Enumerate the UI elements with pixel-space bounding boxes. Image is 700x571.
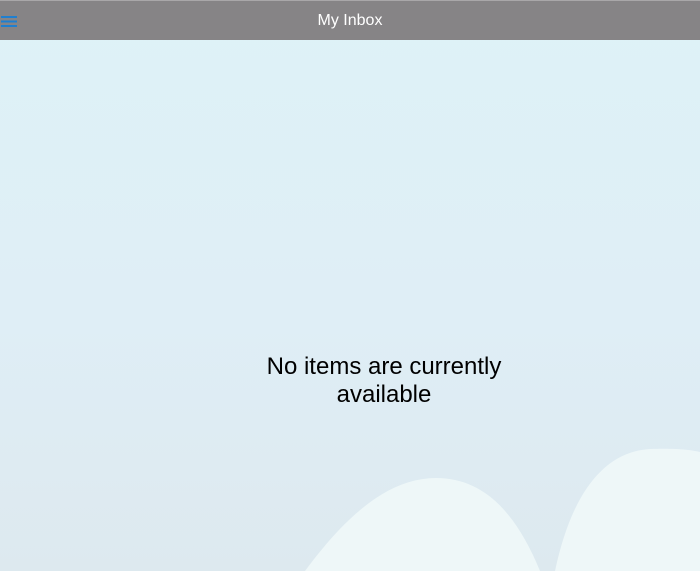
hamburger-menu-icon (1, 16, 17, 27)
page-title: My Inbox (317, 11, 383, 29)
app-header: My Inbox (0, 0, 700, 40)
empty-message-line-2: available (336, 381, 432, 408)
empty-message-line-1: No items are currently (266, 353, 502, 380)
background-hills (305, 448, 700, 571)
hill-right (555, 448, 700, 571)
empty-state-message: No items are currently available (234, 353, 534, 409)
hill-left (305, 478, 540, 571)
inbox-screen: My Inbox No items are currently availabl… (0, 0, 700, 571)
menu-button[interactable] (0, 12, 18, 30)
